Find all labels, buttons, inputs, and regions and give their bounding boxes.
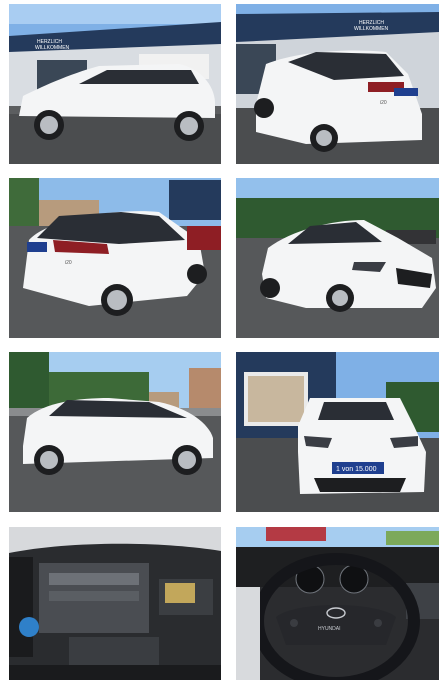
gallery-photo-side-right[interactable] [9, 352, 221, 512]
gallery-photo-interior[interactable]: HYUNDAI [236, 527, 439, 680]
gallery-photo-side-left[interactable]: HERZLICH WILLKOMMEN [9, 4, 221, 164]
gallery-photo-engine[interactable] [9, 527, 221, 680]
gallery-photo-rear-left[interactable]: i20 [9, 178, 221, 338]
dealer-sign-line-2: WILLKOMMEN [354, 26, 389, 32]
gallery-photo-rear-right[interactable]: HERZLICH WILLKOMMEN i20 [236, 4, 439, 164]
dealer-sign-line-2: WILLKOMMEN [35, 45, 70, 51]
gallery-photo-front-right[interactable] [236, 178, 439, 338]
photo-gallery: HERZLICH WILLKOMMEN HERZLICH WILLKOMMEN [0, 0, 440, 680]
gallery-photo-front[interactable]: 1 von 15.000 [236, 352, 439, 512]
steering-brand: HYUNDAI [318, 626, 341, 632]
model-badge: i20 [65, 260, 72, 266]
model-badge: i20 [380, 100, 387, 106]
license-plate: 1 von 15.000 [336, 466, 377, 473]
